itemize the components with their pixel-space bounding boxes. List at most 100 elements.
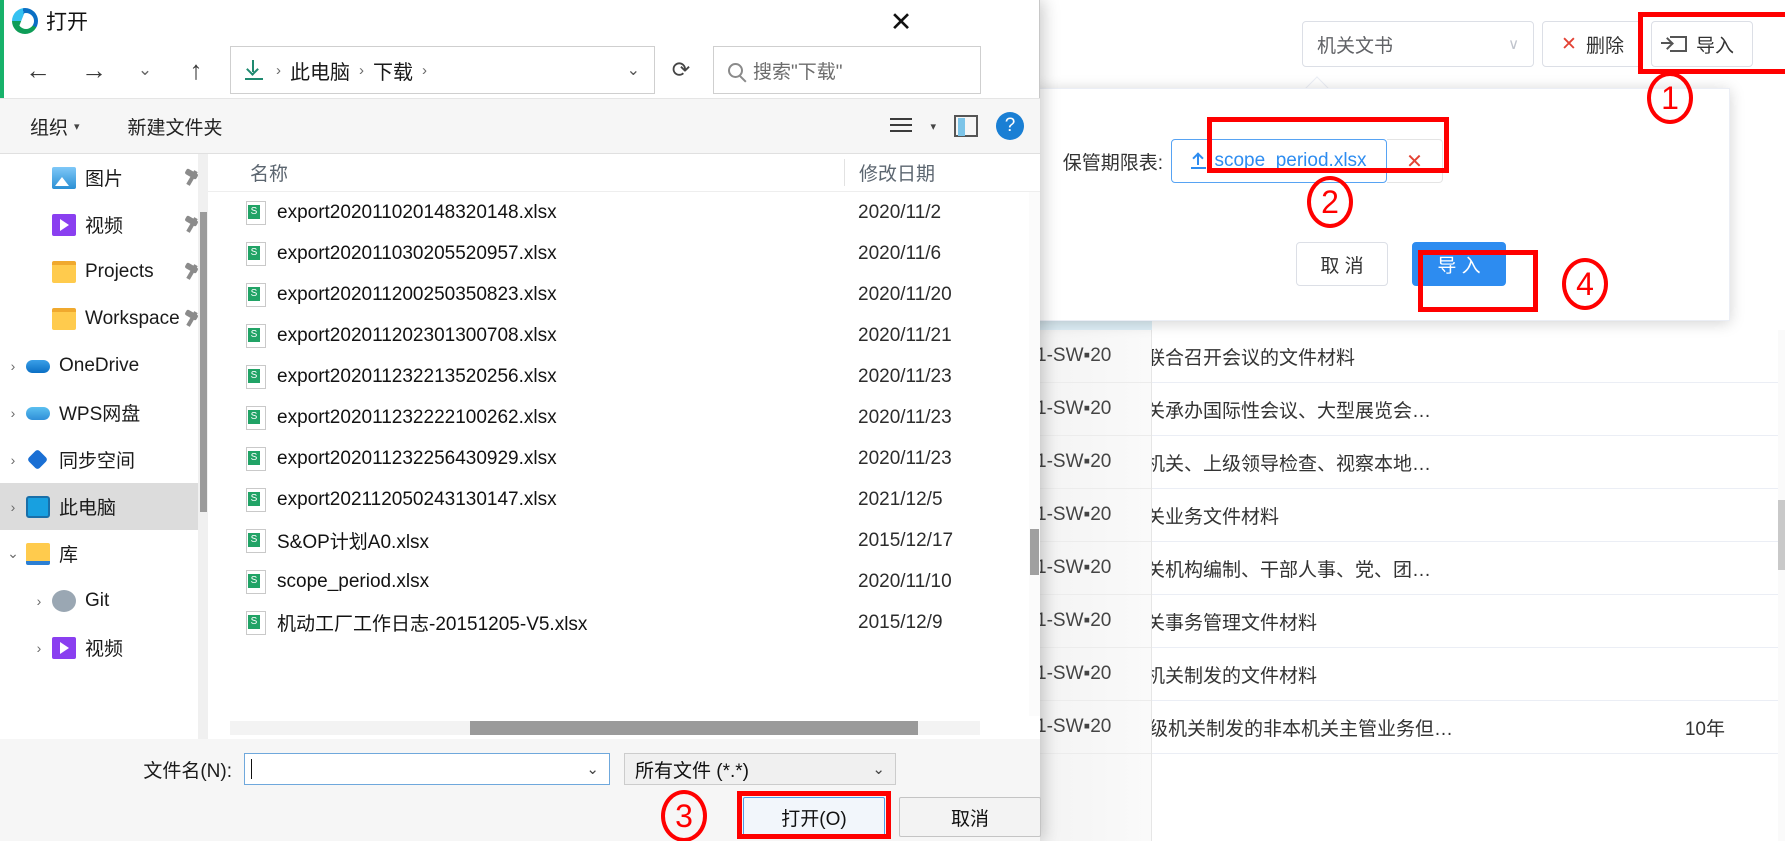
file-name: S&OP计划A0.xlsx	[277, 532, 430, 553]
file-row[interactable]: export202011232256430929.xlsx 2020/11/23	[208, 438, 1040, 479]
tree-item-label: OneDrive	[59, 354, 140, 376]
tree-item-label: 图片	[85, 169, 124, 190]
file-row[interactable]: scope_period.xlsx 2020/11/10	[208, 561, 1040, 602]
file-list-horizontal-scrollbar[interactable]	[230, 721, 980, 735]
retention-code-cell: 1-SW▪20	[1030, 436, 1151, 489]
close-icon: ✕	[1561, 33, 1577, 55]
retention-row-label: 同级机关制发的非本机关主管业务但…	[1130, 718, 1454, 740]
tree-item-此电脑[interactable]: › 此电脑	[0, 483, 208, 530]
chevron-right-icon[interactable]: ›	[26, 593, 52, 609]
excel-file-icon	[246, 282, 266, 307]
file-modified-date: 2021/12/5	[858, 488, 943, 510]
category-select[interactable]: 机关文书 ∨	[1302, 21, 1535, 67]
help-icon[interactable]: ?	[996, 112, 1024, 140]
recent-locations-icon[interactable]: ⌄	[122, 46, 168, 94]
upload-file-button[interactable]: scope_period.xlsx	[1171, 139, 1387, 183]
retention-code-cell: 1-SW▪20	[1030, 383, 1151, 436]
excel-file-icon	[246, 405, 266, 430]
dialog-body: 图片 视频 Projects Workspace › OneDrive › WPS网盘 › 同步空…	[0, 154, 1040, 739]
category-select-value: 机关文书	[1317, 35, 1394, 57]
filename-row: 文件名(N): ⌄ 所有文件 (*.*) ⌄	[0, 751, 1040, 787]
file-modified-date: 2020/11/6	[858, 242, 942, 264]
folder-icon	[52, 260, 76, 283]
new-folder-button[interactable]: 新建文件夹	[128, 113, 223, 140]
view-list-icon[interactable]	[890, 118, 913, 134]
navigation-tree: 图片 视频 Projects Workspace › OneDrive › WPS网盘 › 同步空…	[0, 154, 208, 739]
chevron-down-icon[interactable]: ▾	[930, 120, 936, 133]
tree-item-label: Workspace	[85, 307, 180, 329]
file-row[interactable]: export202011202301300708.xlsx 2020/11/21	[208, 315, 1040, 356]
search-placeholder: 搜索"下载"	[753, 61, 843, 83]
chevron-down-icon[interactable]: ⌄	[627, 60, 640, 80]
tree-item-同步空间[interactable]: › 同步空间	[0, 436, 208, 483]
file-row[interactable]: export202112050243130147.xlsx 2021/12/5	[208, 479, 1040, 520]
tree-item-图片[interactable]: 图片	[0, 154, 208, 201]
chevron-right-icon[interactable]: ›	[0, 405, 26, 421]
file-row[interactable]: export202011030205520957.xlsx 2020/11/6	[208, 233, 1040, 274]
file-name: export202011030205520957.xlsx	[277, 242, 557, 264]
retention-code-cell: 1-SW▪20	[1030, 648, 1151, 701]
file-row[interactable]: export202011020148320148.xlsx 2020/11/2	[208, 192, 1040, 233]
breadcrumb-downloads[interactable]: 下载	[373, 56, 413, 85]
excel-file-icon	[246, 200, 266, 225]
tree-item-OneDrive[interactable]: › OneDrive	[0, 342, 208, 389]
file-modified-date: 2020/11/2	[858, 201, 942, 223]
computer-icon	[26, 495, 50, 518]
tree-item-库[interactable]: ⌄ 库	[0, 530, 208, 577]
file-row[interactable]: export202011232222100262.xlsx 2020/11/23	[208, 397, 1040, 438]
tree-item-WPS网盘[interactable]: › WPS网盘	[0, 389, 208, 436]
tree-item-label: 同步空间	[59, 451, 136, 472]
up-icon[interactable]: ↑	[168, 46, 224, 94]
tree-item-视频[interactable]: › 视频	[0, 624, 208, 671]
tree-item-Git[interactable]: › Git	[0, 577, 208, 624]
breadcrumb-separator: ›	[276, 61, 281, 79]
file-name: scope_period.xlsx	[277, 570, 430, 592]
chevron-down-icon[interactable]: ⌄	[586, 760, 599, 778]
file-name: export202011232222100262.xlsx	[277, 406, 557, 428]
excel-file-icon	[246, 569, 266, 594]
app-vertical-scrollbar[interactable]	[1778, 330, 1785, 841]
filetype-select[interactable]: 所有文件 (*.*) ⌄	[624, 753, 896, 785]
excel-file-icon	[246, 241, 266, 266]
tree-item-Projects[interactable]: Projects	[0, 248, 208, 295]
column-header-date[interactable]: 修改日期	[844, 159, 1040, 186]
annotation-marker-4: 4	[1562, 258, 1608, 310]
tree-item-Workspace[interactable]: Workspace	[0, 295, 208, 342]
forward-icon[interactable]: →	[66, 46, 122, 94]
file-list-vertical-scrollbar[interactable]	[1029, 192, 1040, 716]
chevron-down-icon[interactable]: ⌄	[872, 760, 885, 778]
close-icon[interactable]: ✕	[873, 0, 929, 44]
column-header-name[interactable]: 名称	[208, 159, 288, 186]
chevron-right-icon[interactable]: ›	[0, 499, 26, 515]
open-button[interactable]: 打开(O)	[743, 797, 885, 837]
retention-row-label: 本机关承办国际性会议、大型展览会…	[1108, 400, 1432, 422]
chevron-right-icon[interactable]: ›	[0, 358, 26, 374]
popover-cancel-button[interactable]: 取 消	[1296, 242, 1388, 286]
chevron-down-icon[interactable]: ⌄	[0, 545, 26, 562]
breadcrumb-this-pc[interactable]: 此电脑	[290, 56, 350, 85]
organize-menu[interactable]: 组织 ▾	[30, 113, 80, 140]
tree-item-视频[interactable]: 视频	[0, 201, 208, 248]
search-input[interactable]: 搜索"下载"	[713, 46, 981, 94]
chevron-right-icon[interactable]: ›	[26, 640, 52, 656]
file-row[interactable]: export202011232213520256.xlsx 2020/11/23	[208, 356, 1040, 397]
address-bar[interactable]: › 此电脑 › 下载 › ⌄	[230, 46, 655, 94]
git-icon	[52, 589, 76, 612]
delete-button[interactable]: ✕ 删除	[1542, 21, 1643, 67]
filename-input[interactable]: ⌄	[244, 753, 610, 785]
retention-code-cell: 1-SW▪20	[1030, 595, 1151, 648]
dialog-cancel-button[interactable]: 取消	[899, 797, 1041, 837]
wps-cloud-icon	[26, 402, 50, 424]
tree-scrollbar[interactable]	[198, 154, 208, 739]
popover-import-button[interactable]: 导 入	[1412, 242, 1506, 286]
file-row[interactable]: export202011200250350823.xlsx 2020/11/20	[208, 274, 1040, 315]
import-button[interactable]: 导入	[1650, 21, 1753, 67]
file-row[interactable]: S&OP计划A0.xlsx 2015/12/17	[208, 520, 1040, 561]
remove-file-button[interactable]: ✕	[1387, 139, 1443, 183]
file-row[interactable]: 机动工厂工作日志-20151205-V5.xlsx 2015/12/9	[208, 602, 1040, 643]
back-icon[interactable]: ←	[10, 46, 66, 94]
chevron-right-icon[interactable]: ›	[0, 452, 26, 468]
excel-file-icon	[246, 323, 266, 348]
refresh-icon[interactable]: ⟳	[655, 46, 707, 94]
preview-pane-icon[interactable]	[954, 115, 978, 137]
